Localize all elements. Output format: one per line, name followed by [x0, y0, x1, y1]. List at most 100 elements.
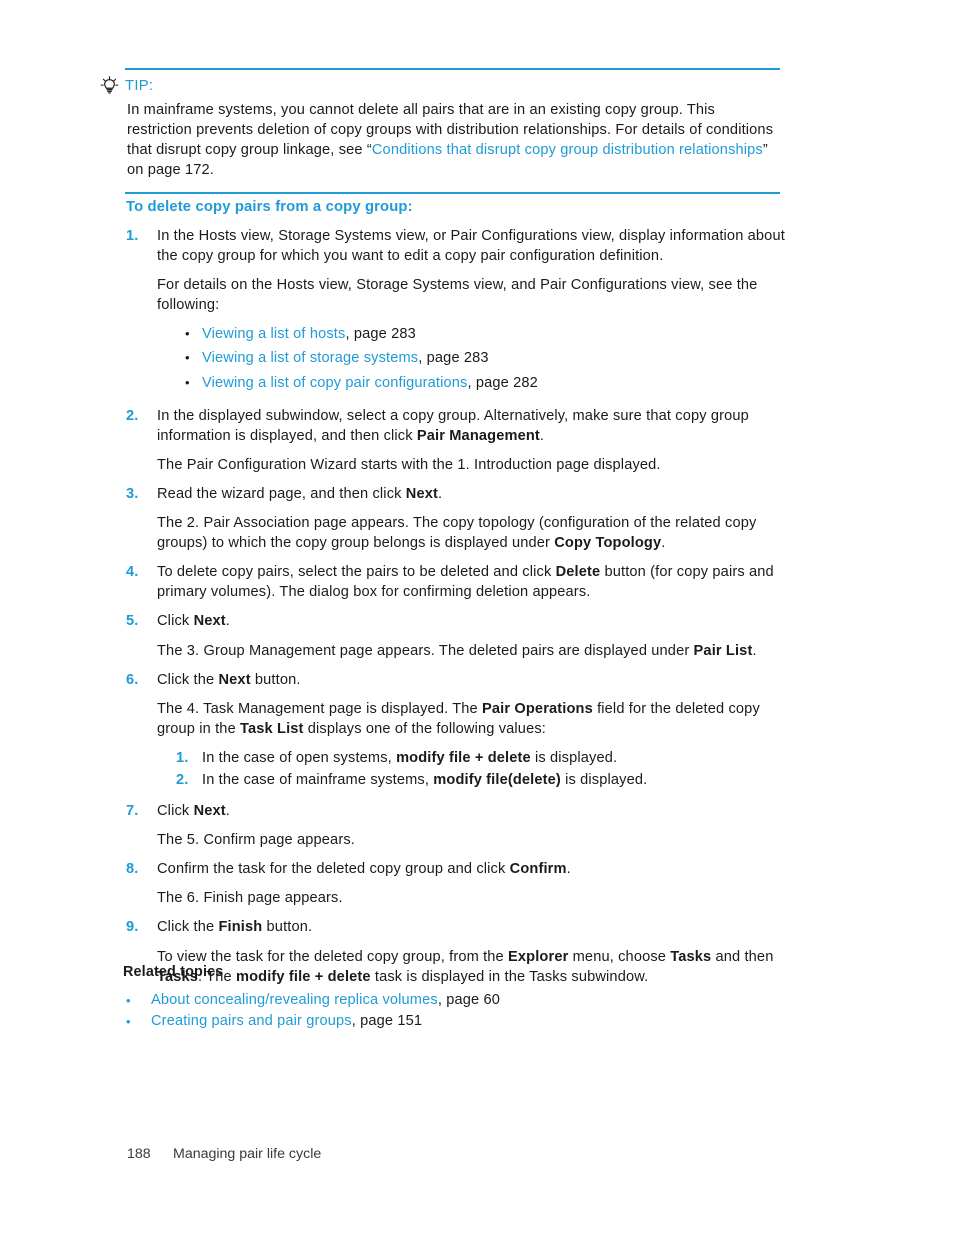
list-item: • Viewing a list of storage systems, pag… [185, 348, 796, 368]
text-run: Confirm the task for the deleted copy gr… [157, 861, 510, 878]
text-run: The 4. Task Management page is displayed… [157, 700, 482, 717]
step-number: 1. [126, 228, 139, 244]
page-reference: , page 282 [467, 374, 538, 391]
bullet-icon: • [185, 374, 190, 390]
text-run: Click [157, 613, 194, 630]
ui-label: Next [193, 803, 226, 820]
step-number: 8. [126, 861, 139, 878]
page-title: To delete copy pairs from a copy group: [126, 199, 413, 215]
text-run: . [225, 613, 230, 630]
tip-top-rule [125, 68, 780, 70]
related-topics-title: Related topics [123, 964, 224, 980]
step-paragraph: The 5. Confirm page appears. [157, 832, 355, 849]
ui-label: Next [405, 485, 438, 502]
ui-label: Task List [240, 720, 304, 737]
page-reference: , page 283 [345, 326, 416, 343]
step-paragraph: In the displayed subwindow, select a cop… [157, 406, 796, 446]
procedure-step: 6. Click the Next button. The 4. Task Ma… [126, 670, 796, 792]
text-run: The 2. Pair Association page appears. Th… [157, 515, 757, 552]
text-run: In the case of open systems, [202, 749, 397, 766]
step-content: Confirm the task for the deleted copy gr… [157, 859, 796, 908]
cross-reference-link[interactable]: Viewing a list of copy pair configuratio… [202, 375, 467, 391]
bullet-icon: • [126, 1014, 131, 1030]
cross-reference-link[interactable]: Viewing a list of storage systems [202, 350, 418, 366]
bullet-icon: • [185, 326, 190, 342]
step-paragraph: In the Hosts view, Storage Systems view,… [157, 228, 785, 265]
text-run: Click the [157, 671, 219, 688]
list-item-text: Viewing a list of copy pair configuratio… [202, 373, 538, 393]
cross-reference-link[interactable]: About concealing/revealing replica volum… [151, 992, 438, 1008]
step-paragraph: The Pair Configuration Wizard starts wit… [157, 456, 661, 473]
step-content: To delete copy pairs, select the pairs t… [157, 562, 796, 602]
nested-numbered-list: 1. In the case of open systems, modify f… [157, 748, 796, 790]
list-item-text: Viewing a list of hosts, page 283 [202, 324, 416, 344]
list-item-text: Viewing a list of storage systems, page … [202, 348, 489, 368]
list-item: 1. In the case of open systems, modify f… [176, 748, 796, 768]
procedure-step: 7. Click Next. The 5. Confirm page appea… [126, 801, 796, 850]
ui-value: modify file(delete) [433, 771, 561, 788]
text-run: displays one of the following values: [303, 720, 546, 737]
step-number: 9. [126, 919, 139, 936]
step-paragraph: Click the Finish button. [157, 917, 796, 937]
text-run: button. [262, 919, 313, 936]
ui-label: Pair List [693, 642, 753, 659]
step-number: 4. [126, 564, 139, 581]
list-item: • About concealing/revealing replica vol… [126, 990, 783, 1011]
step-paragraph: The 2. Pair Association page appears. Th… [157, 513, 796, 553]
procedure-step: 1. In the Hosts view, Storage Systems vi… [126, 226, 796, 397]
text-run: Click [157, 803, 194, 820]
step-content: In the Hosts view, Storage Systems view,… [157, 226, 796, 397]
step-paragraph: For details on the Hosts view, Storage S… [157, 277, 758, 314]
tip-body: In mainframe systems, you cannot delete … [127, 100, 775, 180]
ui-label: Copy Topology [554, 535, 662, 552]
ui-label: Delete [555, 564, 601, 581]
step-content: In the displayed subwindow, select a cop… [157, 406, 796, 475]
text-run: The 3. Group Management page appears. Th… [157, 642, 694, 659]
text-run: Click the [157, 919, 219, 936]
text-run: . [566, 861, 571, 878]
tip-header: TIP: [100, 76, 780, 96]
ui-label: Pair Operations [482, 700, 593, 717]
bullet-icon: • [126, 993, 131, 1009]
step-paragraph: Confirm the task for the deleted copy gr… [157, 859, 796, 879]
ui-label: Confirm [509, 861, 567, 878]
step-paragraph: The 6. Finish page appears. [157, 890, 343, 907]
list-item-text: In the case of open systems, modify file… [202, 748, 617, 768]
tip-label: TIP: [125, 77, 154, 94]
step-paragraph: Click the Next button. [157, 670, 796, 690]
text-run: . [539, 427, 545, 444]
text-run: . [438, 485, 443, 502]
document-page: TIP: In mainframe systems, you cannot de… [0, 0, 954, 1235]
procedure-step: 4. To delete copy pairs, select the pair… [126, 562, 796, 602]
text-run: . [752, 642, 757, 659]
page-footer: 188 Managing pair life cycle [127, 1145, 321, 1163]
cross-reference-link[interactable]: Viewing a list of hosts [202, 326, 345, 342]
list-item: • Viewing a list of copy pair configurat… [185, 373, 796, 393]
tip-cross-reference-link[interactable]: Conditions that disrupt copy group distr… [372, 142, 763, 158]
procedure-step: 5. Click Next. The 3. Group Management p… [126, 611, 796, 660]
step-content: Click the Next button. The 4. Task Manag… [157, 670, 796, 792]
step-paragraph: The 3. Group Management page appears. Th… [157, 641, 796, 661]
page-number: 188 [127, 1146, 151, 1162]
lightbulb-icon [100, 76, 119, 95]
procedure-step: 3. Read the wizard page, and then click … [126, 484, 796, 553]
step-number: 7. [126, 803, 139, 820]
bullet-icon: • [185, 350, 190, 366]
sub-step-number: 1. [176, 749, 189, 766]
step-paragraph: Click Next. [157, 801, 796, 821]
procedure-list: 1. In the Hosts view, Storage Systems vi… [126, 226, 796, 987]
step-paragraph: To delete copy pairs, select the pairs t… [157, 562, 796, 602]
text-run: is displayed. [530, 749, 618, 766]
chapter-title: Managing pair life cycle [173, 1146, 322, 1162]
ui-label: Next [218, 671, 251, 688]
text-run: . [225, 803, 230, 820]
list-item: 2. In the case of mainframe systems, mod… [176, 770, 796, 790]
tip-admonition: TIP: In mainframe systems, you cannot de… [100, 68, 780, 194]
cross-reference-link[interactable]: Creating pairs and pair groups [151, 1013, 352, 1029]
ui-label: Finish [218, 919, 263, 936]
ui-label: Next [193, 613, 226, 630]
page-reference: , page 60 [437, 992, 501, 1009]
ui-value: modify file + delete [396, 749, 531, 766]
text-run: Read the wizard page, and then click [157, 485, 406, 502]
list-item: • Viewing a list of hosts, page 283 [185, 324, 796, 344]
